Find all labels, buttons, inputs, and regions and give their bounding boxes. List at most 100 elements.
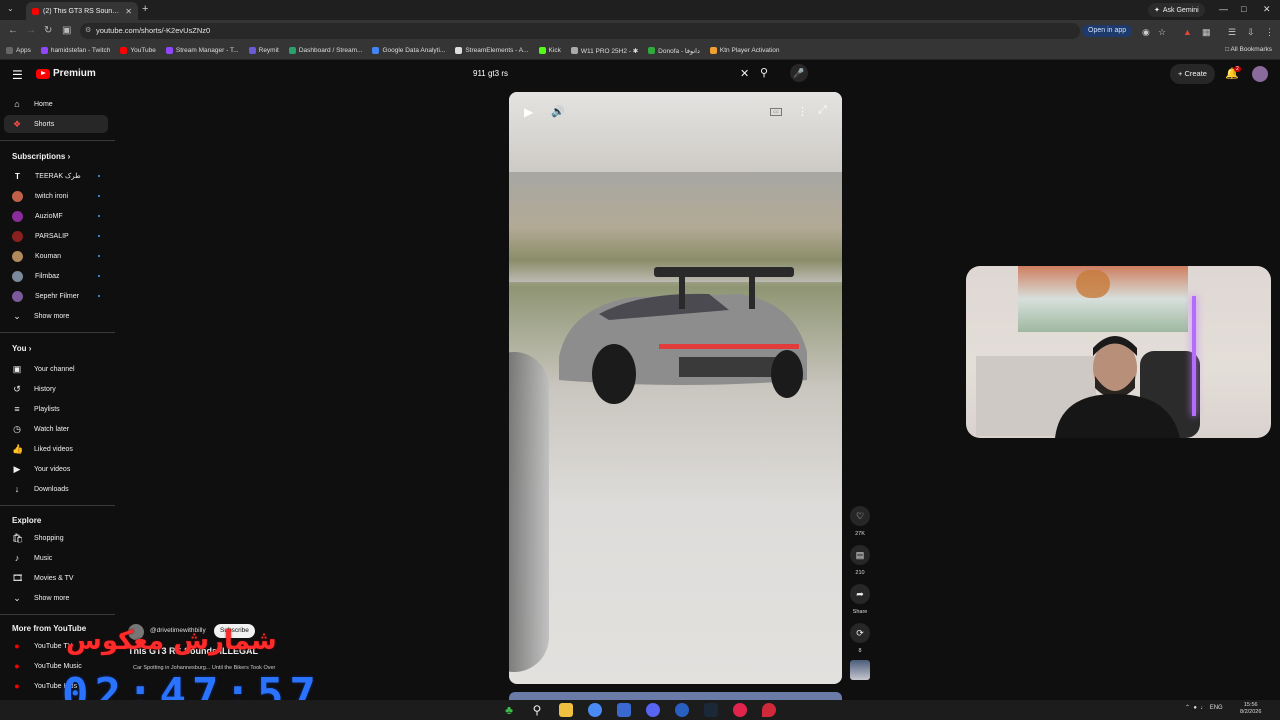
browser-tab-bar [0,0,1280,20]
taskbar-clock[interactable]: 15:56 8/2/2026 [1240,702,1261,716]
bookmark-item[interactable]: Dashboard / Stream... [288,47,362,54]
sidebar-item-subscription[interactable]: Kouman [4,247,108,265]
youtube-music-icon: ● [14,661,20,671]
taskbar-search-icon[interactable]: ⚲ [530,703,544,717]
play-icon[interactable]: ▶ [524,105,533,119]
search-input[interactable] [466,64,756,84]
channel-avatar [12,290,23,302]
sidebar-item-movies-tv[interactable]: 🎞 Movies & TV [4,569,108,587]
more-options-icon[interactable]: ⋮ [797,105,808,118]
sidebar-icon[interactable]: ☰ [1228,27,1236,38]
sound-thumbnail[interactable] [850,660,870,680]
remix-button[interactable]: ⟳ [850,623,870,643]
comment-count: 210 [855,570,865,576]
sidebar-item-subscription[interactable]: PARSALIP [4,227,108,245]
sidebar-item-shorts[interactable]: ❖ Shorts [4,115,108,133]
youtube-premium-logo[interactable]: Premium [36,68,96,79]
sidebar-item-liked-videos[interactable]: 👍 Liked videos [4,440,108,458]
steam-icon[interactable] [704,703,718,717]
sidebar-item-history[interactable]: ↺ History [4,380,108,398]
webcam-overlay [966,266,1271,438]
search-icon[interactable]: ⚲ [760,66,768,79]
reload-icon[interactable]: ↻ [44,25,52,36]
share-arrow-icon: ➦ [856,589,864,599]
like-button[interactable]: ♡ [850,506,870,526]
account-avatar[interactable] [1252,66,1268,82]
menu-icon[interactable]: ☰ [12,68,23,82]
eye-icon[interactable]: ◉ [1142,27,1150,38]
bookmark-item[interactable]: Reymit [248,47,279,54]
url-field[interactable]: youtube.com/shorts/-K2evUsZNz0 [80,23,1080,39]
share-button[interactable]: ➦ [850,584,870,604]
sidebar-item-your-channel[interactable]: ▣ Your channel [4,360,108,378]
extensions-icon[interactable]: ▦ [1202,27,1211,38]
back-icon[interactable]: ← [8,25,18,36]
show-more-explore[interactable]: ⌄ Show more [4,589,108,607]
tab-close-icon[interactable]: ✕ [125,7,132,16]
sidebar-item-subscription[interactable]: twitch ironi [4,187,108,205]
bookmark-item[interactable]: hamidstefan - Twitch [40,47,110,54]
sidebar-item-playlists[interactable]: ≡ Playlists [4,400,108,418]
volume-icon[interactable]: 🔊 [551,105,565,118]
ktn-icon [709,47,717,54]
playlists-icon: ≡ [14,404,20,414]
sidebar-item-music[interactable]: ♪ Music [4,549,108,567]
browser-tab[interactable]: (2) This GT3 RS Sounds ILLEGAL ✕ [26,2,138,20]
open-in-app-button[interactable]: Open in app [1082,25,1133,37]
bookmark-item[interactable]: Google Data Analyti... [372,47,445,54]
bookmark-item[interactable]: Ktn Player Activation [709,47,780,54]
window-close-icon[interactable]: ✕ [1263,4,1271,15]
bookmark-item[interactable]: YouTube [120,47,156,54]
you-heading[interactable]: You › [12,344,31,353]
clear-search-icon[interactable]: ✕ [740,67,749,80]
comments-button[interactable]: ▤ [850,545,870,565]
bookmark-item[interactable]: Apps [6,47,31,54]
ea-icon[interactable] [675,703,689,717]
microphone-icon[interactable]: 🎤 [790,64,808,82]
bookmark-star-icon[interactable]: ☆ [1158,27,1166,38]
ask-gemini-button[interactable]: ✦ Ask Gemini [1148,3,1205,17]
sidebar-item-shopping[interactable]: 🛍 Shopping [4,529,108,547]
download-icon[interactable]: ⇩ [1247,27,1255,38]
bookmark-item[interactable]: StreamElements - A... [455,47,529,54]
fullscreen-icon[interactable]: ⤢ [818,104,827,117]
system-tray[interactable]: ⌃ ● ♩ ENG [1185,704,1223,711]
sidebar-item-home[interactable]: ⌂ Home [4,95,108,113]
sidebar-item-subscription[interactable]: T TEERAK طرک [4,167,108,185]
tab-search-icon[interactable]: ⌄ [7,4,14,13]
film-icon: 🎞 [12,572,24,583]
new-tab-icon[interactable]: + [142,3,148,15]
bookmark-item[interactable]: W11 PRO 25H2 - ✱ [570,47,638,55]
maximize-icon[interactable]: □ [1241,4,1246,14]
chrome-icon[interactable] [588,703,602,717]
sidebar-item-subscription[interactable]: AuzioMF [4,207,108,225]
channel-avatar [12,250,23,262]
site-info-icon[interactable]: ⚙ [85,26,91,34]
create-button[interactable]: + Create [1170,64,1215,84]
widgets-icon[interactable]: ♣ [502,703,516,717]
bookmark-item[interactable]: Stream Manager - T... [165,47,239,54]
sidebar-item-subscription[interactable]: Sepehr Filmer [4,287,108,305]
bookmark-item[interactable]: Kick [538,47,561,54]
sidebar-item-subscription[interactable]: Filmbaz [4,267,108,285]
discord-icon[interactable] [646,703,660,717]
sidepanel-icon[interactable]: ▣ [62,25,71,36]
all-bookmarks-button[interactable]: □ All Bookmarks [1225,46,1272,53]
forward-icon[interactable]: → [26,25,36,36]
sidebar-item-your-videos[interactable]: ▶ Your videos [4,460,108,478]
app-icon[interactable] [617,703,631,717]
shopping-bag-icon: 🛍 [12,532,24,543]
file-explorer-icon[interactable] [559,703,573,717]
captions-icon[interactable]: CC [770,108,782,116]
show-more-subscriptions[interactable]: ⌄ Show more [4,307,108,325]
browser-menu-icon[interactable]: ⋮ [1265,27,1274,38]
subscriptions-heading[interactable]: Subscriptions › [12,152,70,161]
media-player-icon[interactable] [733,703,747,717]
sidebar-item-downloads[interactable]: ↓ Downloads [4,480,108,498]
location-app-icon[interactable] [762,703,776,717]
extension-adobe-icon[interactable]: ▲ [1183,27,1192,37]
sidebar-item-watch-later[interactable]: ◷ Watch later [4,420,108,438]
bookmark-item[interactable]: Donofa - دانوفا [648,47,700,55]
minimize-icon[interactable]: — [1219,4,1228,14]
shorts-video-player[interactable] [509,92,842,684]
